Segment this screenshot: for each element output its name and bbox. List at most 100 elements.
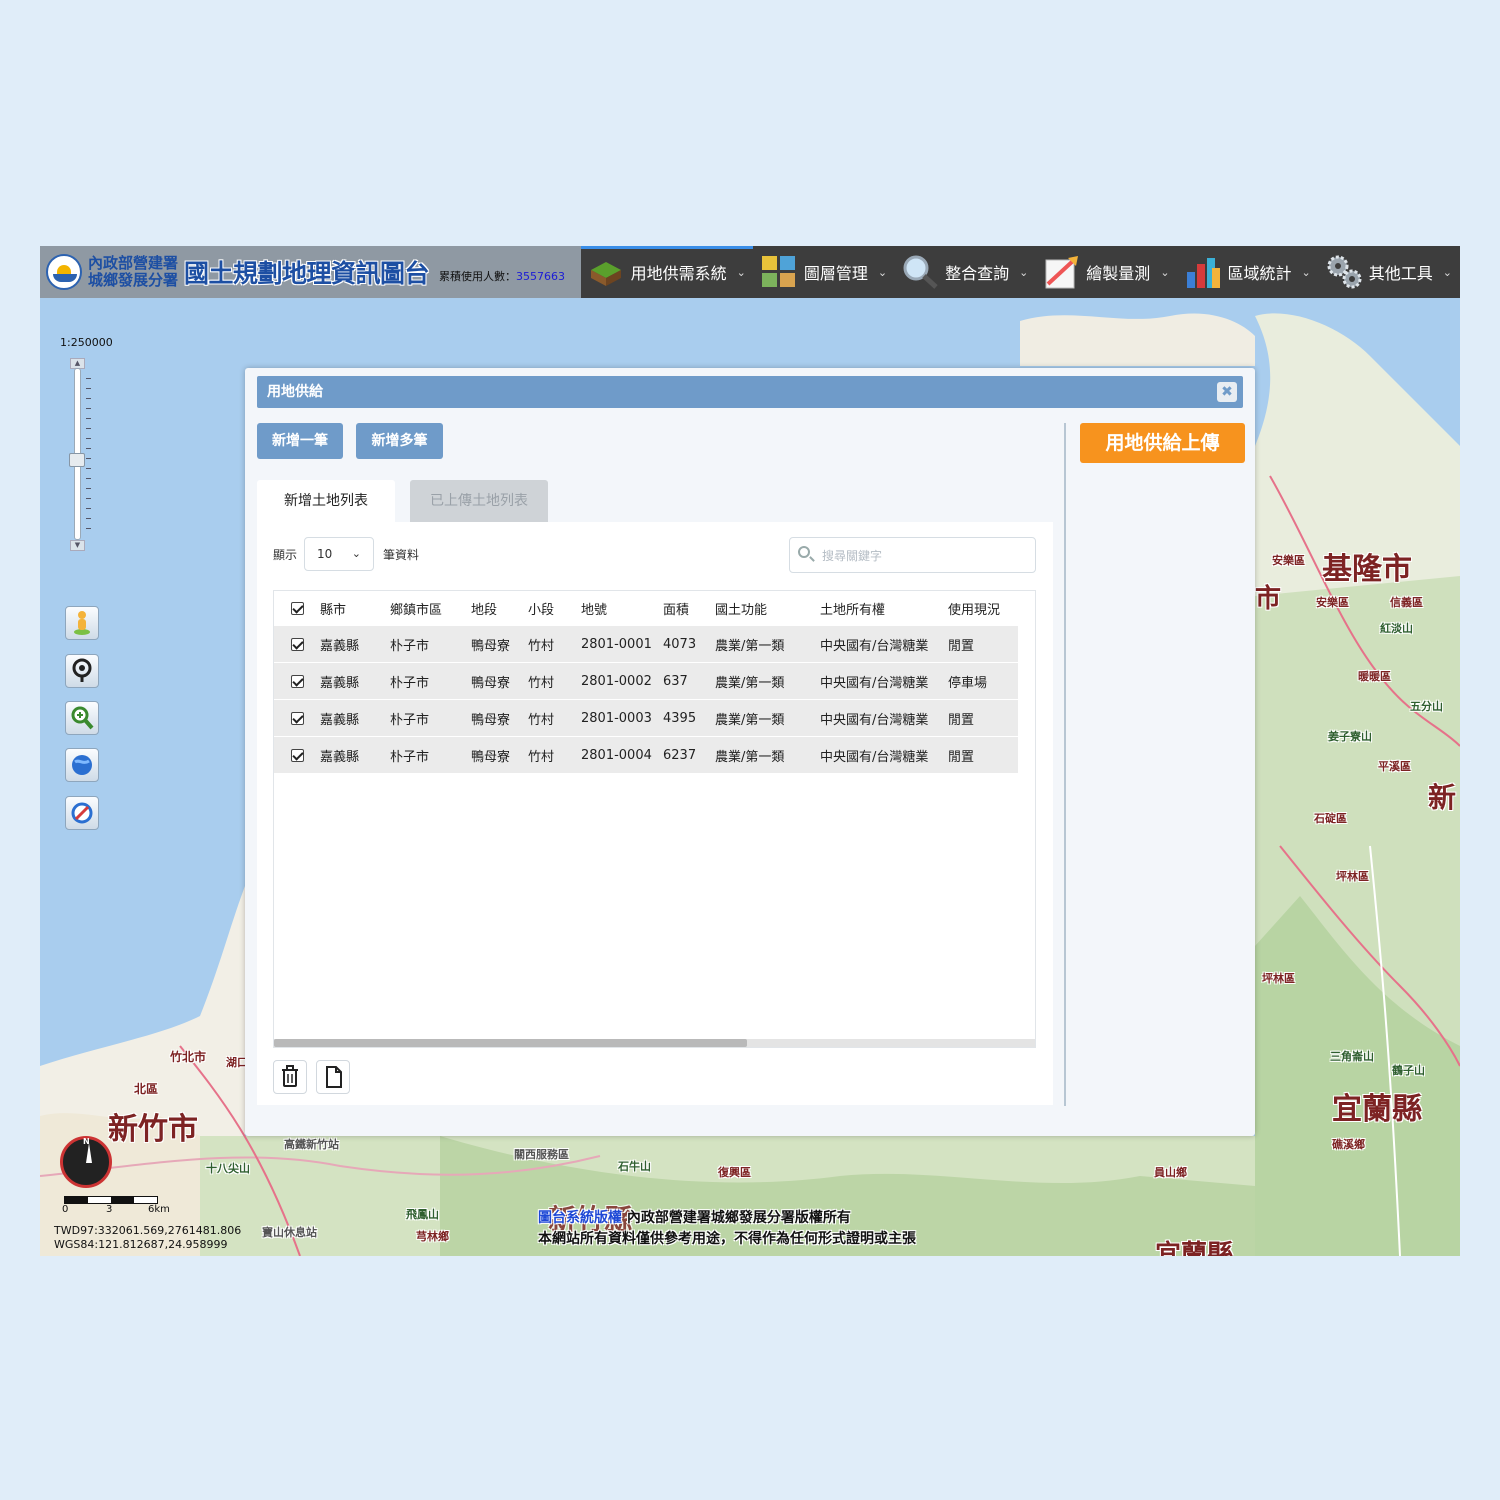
nav-item-stats[interactable]: 區域統計 ⌄ [1178, 246, 1319, 298]
zoom-slider[interactable]: ▲ ▼ [69, 358, 91, 551]
table-row[interactable]: 嘉義縣 朴子市 鴨母寮 竹村 2801-0004 6237 農業/第一類 中央國… [274, 736, 1018, 773]
dialog-titlebar[interactable]: 用地供給 ✖ [257, 376, 1243, 408]
map-scale-text: 1:250000 [60, 336, 113, 349]
draw-measure-icon [1045, 256, 1079, 289]
map-label-nuannuan: 暖暖區 [1358, 670, 1391, 683]
locate-button[interactable] [65, 654, 99, 688]
table-row[interactable]: 嘉義縣 朴子市 鴨母寮 竹村 2801-0003 4395 農業/第一類 中央國… [274, 699, 1018, 737]
row-checkbox[interactable] [290, 637, 304, 651]
cell-ownership: 中央國有/台灣糖業 [820, 699, 948, 737]
cell-section: 鴨母寮 [471, 699, 528, 737]
full-extent-button[interactable] [65, 748, 99, 782]
zoom-extent-button[interactable] [65, 701, 99, 735]
street-view-button[interactable] [65, 606, 99, 640]
clear-icon [71, 802, 93, 824]
cell-county: 嘉義縣 [320, 699, 390, 737]
nav-item-tools[interactable]: 其他工具 ⌄ [1319, 246, 1460, 298]
map-label-keelung-city: 基隆市 [1322, 552, 1412, 587]
nav-active-indicator [580, 246, 753, 249]
cell-subsection: 竹村 [528, 662, 581, 700]
land-supply-icon [590, 262, 621, 286]
cell-function: 農業/第一類 [715, 662, 820, 700]
search-input[interactable] [820, 544, 1024, 568]
map-label-hsr-station: 高鐵新竹站 [284, 1138, 339, 1151]
chevron-down-icon: ⌄ [736, 265, 746, 279]
agency-line-2: 城鄉發展分署 [88, 271, 179, 289]
map-label-city-partial: 市 [1255, 584, 1282, 614]
nav-item-query[interactable]: 整合查詢 ⌄ [895, 246, 1036, 298]
table-row[interactable]: 嘉義縣 朴子市 鴨母寮 竹村 2801-0002 637 農業/第一類 中央國有… [274, 662, 1018, 700]
tab-uploaded-land-list[interactable]: 已上傳土地列表 [410, 480, 548, 522]
column-header[interactable]: 地段 [471, 591, 528, 626]
column-header[interactable]: 地號 [581, 591, 663, 626]
top-header: 內政部營建署 城鄉發展分署 國土規劃地理資訊圖台 累積使用人數：3557663 … [40, 246, 1460, 298]
search-icon [798, 546, 810, 558]
cell-lot: 2801-0004 [581, 736, 663, 773]
trash-icon [282, 1065, 298, 1087]
row-checkbox[interactable] [290, 748, 304, 762]
copyright-owner: 內政部營建署城鄉發展分署版權所有 [626, 1210, 851, 1226]
nav-label-land-supply: 用地供需系統 [630, 264, 727, 283]
copyright-link[interactable]: 圖台系統版權 [538, 1210, 622, 1226]
horizontal-scrollbar[interactable] [274, 1039, 1035, 1047]
tab-new-land-list[interactable]: 新增土地列表 [257, 480, 395, 522]
cell-lot: 2801-0002 [581, 662, 663, 700]
clear-graphics-button[interactable] [65, 796, 99, 830]
map-label-pingxi: 平溪區 [1378, 760, 1411, 773]
page-length-value: 10 [317, 547, 333, 561]
cell-town: 朴子市 [390, 699, 471, 737]
row-checkbox[interactable] [290, 711, 304, 725]
land-table-container: 縣市 鄉鎮市區 地段 小段 地號 面積 國土功能 土地所有權 使用現況 嘉義縣 … [273, 590, 1036, 1048]
scrollbar-thumb[interactable] [274, 1039, 747, 1047]
nav-label-draw: 繪製量測 [1086, 264, 1151, 283]
scalebar-label-6km: 6km [148, 1204, 170, 1215]
map-label-yilan-county-bottom: 宜蘭縣 [1155, 1240, 1234, 1256]
map-label-feifengshan: 飛鳳山 [406, 1208, 439, 1221]
upload-supply-button[interactable]: 用地供給上傳 [1080, 423, 1245, 463]
add-one-button[interactable]: 新增一筆 [257, 423, 343, 459]
column-header[interactable]: 鄉鎮市區 [390, 591, 471, 626]
zoom-handle[interactable] [69, 453, 85, 467]
cell-area: 637 [663, 662, 715, 700]
cell-area: 4395 [663, 699, 715, 737]
close-icon[interactable]: ✖ [1217, 382, 1237, 402]
visitor-counter-value: 3557663 [516, 270, 566, 283]
cell-subsection: 竹村 [528, 736, 581, 773]
add-many-button[interactable]: 新增多筆 [356, 423, 443, 459]
delete-button[interactable] [273, 1060, 307, 1094]
map-label-xinyi: 信義區 [1390, 596, 1423, 609]
export-file-button[interactable] [316, 1060, 350, 1094]
nav-item-draw[interactable]: 繪製量測 ⌄ [1036, 246, 1177, 298]
map-label-hsinchu-city: 新竹市 [108, 1112, 198, 1147]
page-length-select[interactable]: 10 ⌄ [304, 537, 374, 571]
column-header[interactable]: 面積 [663, 591, 715, 626]
panel-divider [1064, 423, 1066, 1106]
select-all-checkbox[interactable] [290, 601, 304, 615]
scalebar-label-3: 3 [106, 1204, 113, 1215]
cell-subsection: 竹村 [528, 699, 581, 737]
column-header[interactable]: 土地所有權 [820, 591, 948, 626]
cell-town: 朴子市 [390, 662, 471, 700]
brand-area[interactable]: 內政部營建署 城鄉發展分署 國土規劃地理資訊圖台 累積使用人數：3557663 [40, 246, 581, 298]
table-row[interactable]: 嘉義縣 朴子市 鴨母寮 竹村 2801-0001 4073 農業/第一類 中央國… [274, 625, 1018, 663]
row-checkbox[interactable] [290, 674, 304, 688]
site-title: 國土規劃地理資訊圖台 [184, 259, 430, 288]
column-header[interactable]: 使用現況 [948, 591, 1018, 626]
nav-item-layers[interactable]: 圖層管理 ⌄ [754, 246, 895, 298]
cell-subsection: 竹村 [528, 625, 581, 663]
map-label-anle-2: 安樂區 [1316, 596, 1349, 609]
column-header[interactable]: 小段 [528, 591, 581, 626]
page-length-suffix: 筆資料 [383, 548, 420, 562]
cell-status: 閒置 [948, 736, 1018, 773]
map-label-qionglin: 芎林鄉 [416, 1230, 449, 1243]
zoom-out-arrow-icon[interactable]: ▼ [70, 540, 85, 551]
column-header[interactable]: 縣市 [320, 591, 390, 626]
cell-town: 朴子市 [390, 736, 471, 773]
search-field[interactable] [789, 537, 1036, 573]
cell-lot: 2801-0001 [581, 625, 663, 663]
column-header[interactable]: 國土功能 [715, 591, 820, 626]
agency-line-1: 內政部營建署 [88, 254, 179, 272]
nav-item-land-supply[interactable]: 用地供需系統 ⌄ [581, 246, 754, 298]
map-label-pinglin-2: 坪林區 [1262, 972, 1295, 985]
map-label-shiniushan: 石牛山 [618, 1160, 651, 1173]
